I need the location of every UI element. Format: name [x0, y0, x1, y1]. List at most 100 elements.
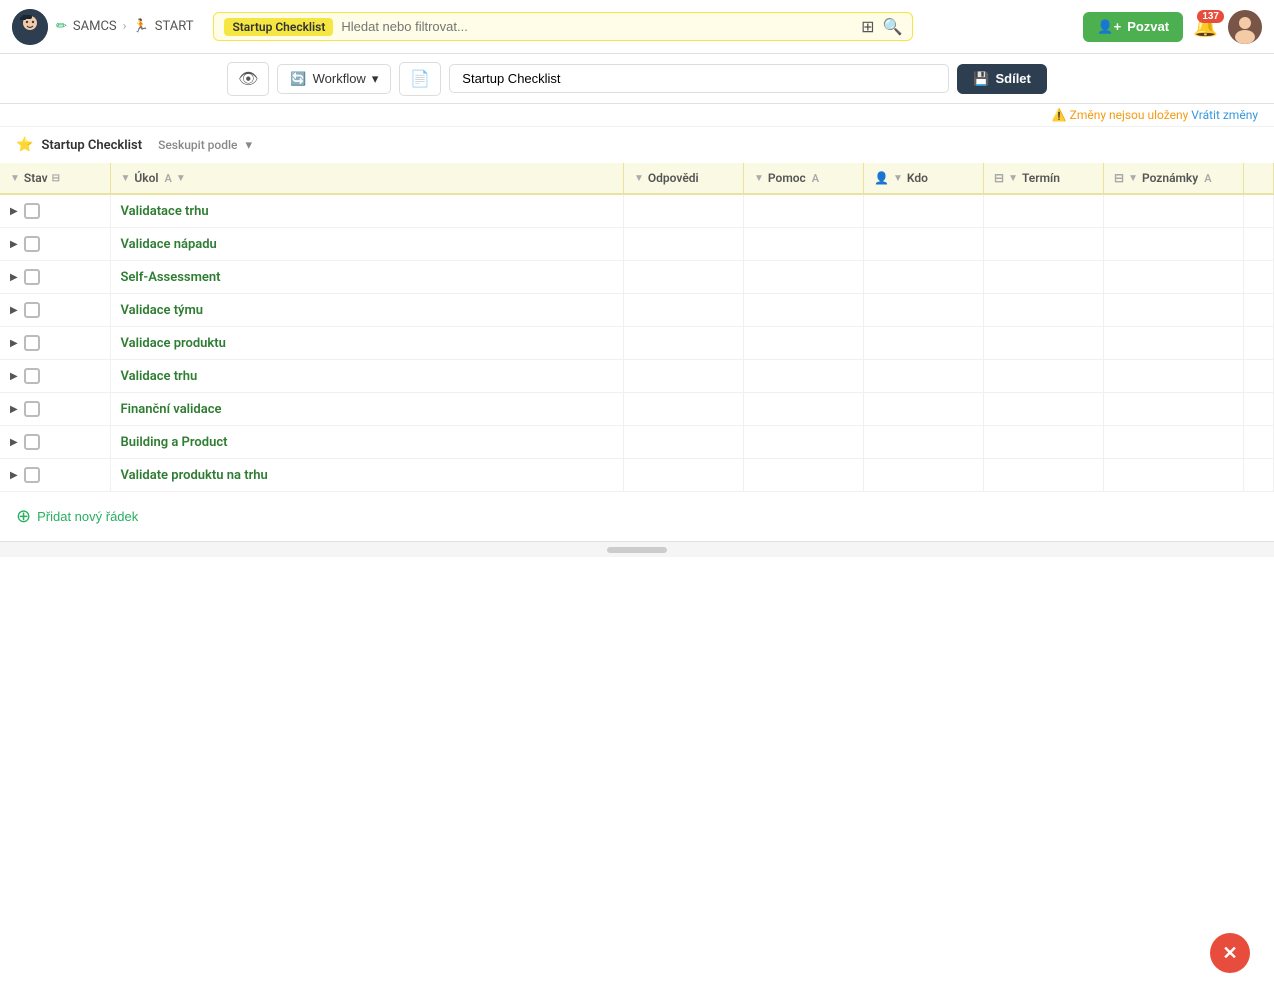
stav-filter-icon[interactable]: ▼: [10, 173, 20, 184]
row-pomoc-cell: [744, 426, 864, 459]
row-task-cell: Validace týmu: [110, 294, 624, 327]
workflow-icon: 🔄: [290, 71, 306, 87]
row-checkbox[interactable]: [24, 302, 40, 318]
topbar-right: 👤+ Pozvat 🔔 137: [1083, 10, 1262, 44]
user-avatar[interactable]: [1228, 10, 1262, 44]
run-name[interactable]: START: [155, 19, 194, 34]
help-button[interactable]: ✕: [1210, 933, 1250, 973]
eye-icon: 👁: [238, 71, 258, 88]
pomoc-filter-icon[interactable]: ▼: [754, 173, 764, 184]
row-expand-icon[interactable]: ▶: [10, 239, 18, 250]
project-name[interactable]: SAMCS: [73, 19, 117, 34]
scrollbar-thumb[interactable]: [607, 547, 667, 553]
row-task-name[interactable]: Finanční validace: [121, 402, 222, 417]
search-icon[interactable]: 🔍: [883, 17, 903, 36]
add-row-button[interactable]: ⊕ Přidat nový řádek: [0, 492, 154, 541]
ukol-sort-icon[interactable]: ▼: [176, 173, 186, 184]
eye-button[interactable]: 👁: [227, 62, 269, 96]
row-termin-cell: [984, 327, 1104, 360]
row-poznamky-cell: [1104, 426, 1244, 459]
row-expand-icon[interactable]: ▶: [10, 404, 18, 415]
row-task-name[interactable]: Validate produktu na trhu: [121, 468, 268, 483]
col-header-poznamky: ⊟ ▼ Poznámky A: [1104, 163, 1244, 194]
row-expand-icon[interactable]: ▶: [10, 338, 18, 349]
row-expand-icon[interactable]: ▶: [10, 305, 18, 316]
row-checkbox[interactable]: [24, 401, 40, 417]
row-task-name[interactable]: Validatace trhu: [121, 204, 209, 219]
revert-link[interactable]: Vrátit změny: [1191, 108, 1258, 122]
table-row: ▶ Validace produktu: [0, 327, 1274, 360]
col-header-stav: ▼ Stav ⊟: [0, 163, 110, 194]
row-odpovedi-cell: [624, 459, 744, 492]
row-stav-cell: ▶: [0, 360, 110, 393]
row-task-name[interactable]: Validace nápadu: [121, 237, 217, 252]
row-stav-cell: ▶: [0, 459, 110, 492]
stav-sort-icon[interactable]: ⊟: [52, 173, 60, 184]
search-tag: Startup Checklist: [224, 18, 333, 36]
row-extra-cell: [1244, 327, 1274, 360]
row-task-name[interactable]: Building a Product: [121, 435, 228, 450]
row-extra-cell: [1244, 426, 1274, 459]
row-task-cell: Self-Assessment: [110, 261, 624, 294]
doc-button[interactable]: 📄: [399, 62, 441, 96]
row-checkbox[interactable]: [24, 335, 40, 351]
horizontal-scrollbar[interactable]: [0, 541, 1274, 557]
row-checkbox[interactable]: [24, 467, 40, 483]
odpovedi-filter-icon[interactable]: ▼: [634, 173, 644, 184]
row-pomoc-cell: [744, 360, 864, 393]
row-checkbox[interactable]: [24, 434, 40, 450]
row-termin-cell: [984, 426, 1104, 459]
row-checkbox[interactable]: [24, 368, 40, 384]
row-kdo-cell: [864, 360, 984, 393]
termin-filter-icon[interactable]: ▼: [1008, 173, 1018, 184]
unsaved-message: Změny nejsou uloženy: [1070, 108, 1189, 122]
row-task-name[interactable]: Validace produktu: [121, 336, 226, 351]
row-pomoc-cell: [744, 228, 864, 261]
plus-icon: ⊕: [16, 506, 31, 527]
row-odpovedi-cell: [624, 393, 744, 426]
row-kdo-cell: [864, 294, 984, 327]
title-input[interactable]: [449, 64, 949, 93]
group-by-chevron[interactable]: ▾: [245, 138, 252, 153]
workflow-button[interactable]: 🔄 Workflow ▾: [277, 64, 391, 94]
title-input-wrap: [449, 64, 949, 93]
task-table: ▼ Stav ⊟ ▼ Úkol A ▼ ▼ Od: [0, 163, 1274, 492]
col-header-termin: ⊟ ▼ Termín: [984, 163, 1104, 194]
row-task-name[interactable]: Self-Assessment: [121, 270, 221, 285]
row-odpovedi-cell: [624, 194, 744, 228]
notifications-button[interactable]: 🔔 137: [1193, 14, 1218, 39]
poznamky-filter-icon[interactable]: ▼: [1128, 173, 1138, 184]
grid-icon[interactable]: ⊞: [861, 17, 874, 36]
row-kdo-cell: [864, 228, 984, 261]
row-expand-icon[interactable]: ▶: [10, 272, 18, 283]
x-icon: ✕: [1222, 943, 1237, 964]
share-button[interactable]: 💾 Sdílet: [957, 64, 1047, 94]
row-expand-icon[interactable]: ▶: [10, 470, 18, 481]
row-kdo-cell: [864, 426, 984, 459]
kdo-filter-icon[interactable]: ▼: [893, 173, 903, 184]
row-termin-cell: [984, 393, 1104, 426]
table-row: ▶ Validate produktu na trhu: [0, 459, 1274, 492]
group-by-label[interactable]: Seskupit podle: [158, 138, 237, 152]
ukol-filter-icon[interactable]: ▼: [121, 173, 131, 184]
row-task-name[interactable]: Validace trhu: [121, 369, 198, 384]
search-input[interactable]: [341, 19, 853, 34]
row-extra-cell: [1244, 294, 1274, 327]
row-task-cell: Validace produktu: [110, 327, 624, 360]
row-expand-icon[interactable]: ▶: [10, 437, 18, 448]
row-odpovedi-cell: [624, 360, 744, 393]
row-pomoc-cell: [744, 393, 864, 426]
row-task-name[interactable]: Validace týmu: [121, 303, 204, 318]
row-checkbox[interactable]: [24, 203, 40, 219]
table-row: ▶ Validace týmu: [0, 294, 1274, 327]
row-expand-icon[interactable]: ▶: [10, 371, 18, 382]
row-checkbox[interactable]: [24, 269, 40, 285]
warning-icon: ⚠️: [1052, 108, 1067, 122]
row-kdo-cell: [864, 393, 984, 426]
row-checkbox[interactable]: [24, 236, 40, 252]
row-expand-icon[interactable]: ▶: [10, 206, 18, 217]
row-poznamky-cell: [1104, 327, 1244, 360]
row-odpovedi-cell: [624, 261, 744, 294]
star-icon: ⭐: [16, 137, 33, 153]
invite-button[interactable]: 👤+ Pozvat: [1083, 12, 1183, 42]
